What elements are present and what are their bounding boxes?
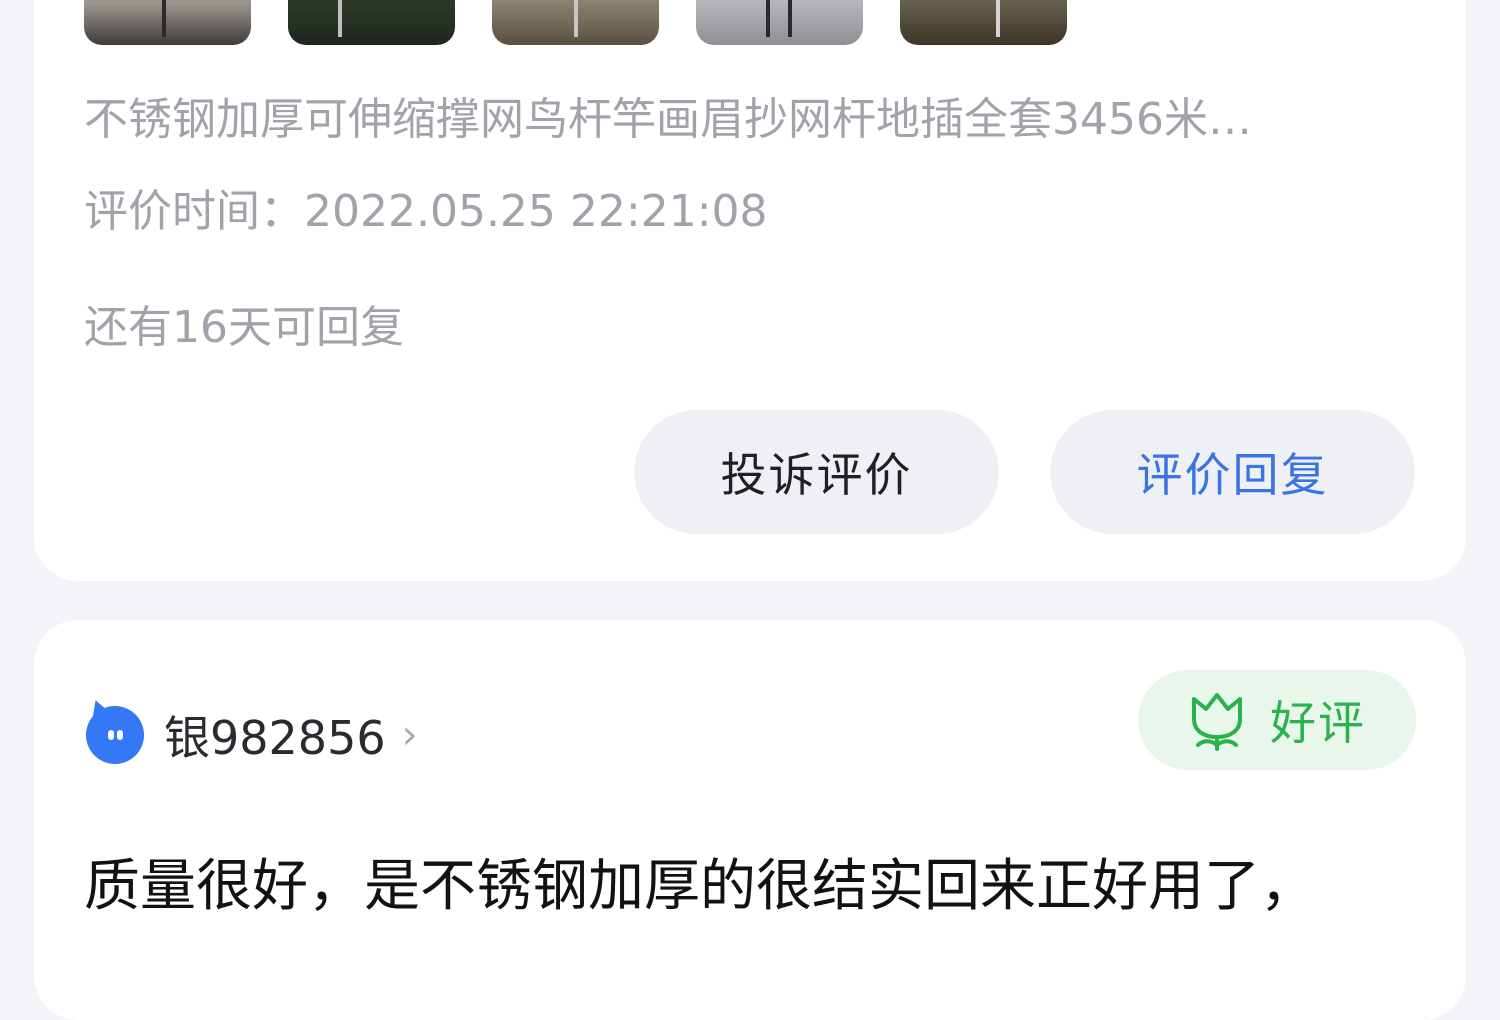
blue-cat-avatar-icon	[86, 706, 144, 764]
reviewer-username[interactable]: 银982856	[164, 702, 386, 768]
review-text: 质量很好，是不锈钢加厚的很结实回来正好用了，	[84, 854, 1316, 919]
review-photo[interactable]	[84, 0, 251, 45]
product-title[interactable]: 不锈钢加厚可伸缩撑网鸟杆竿画眉抄网杆地插全套3456米…	[84, 90, 1414, 150]
review-photo-strip	[84, 0, 1067, 45]
rating-badge: 好评	[1138, 670, 1416, 770]
reviewer-row[interactable]: 银982856 ›	[86, 700, 418, 770]
reply-review-button[interactable]: 评价回复	[1050, 410, 1415, 534]
review-photo[interactable]	[900, 0, 1067, 45]
flower-icon	[1192, 693, 1242, 751]
complain-review-button[interactable]: 投诉评价	[634, 410, 999, 534]
chevron-right-icon[interactable]: ›	[402, 712, 418, 758]
review-photo[interactable]	[696, 0, 863, 45]
review-photo[interactable]	[492, 0, 659, 45]
review-card: 银982856 › 好评 质量很好，是不锈钢加厚的很结实回来正好用了，	[34, 620, 1466, 1020]
rating-label: 好评	[1270, 696, 1366, 750]
reply-remaining-text: 还有16天可回复	[84, 302, 404, 353]
review-time: 评价时间：2022.05.25 22:21:08	[84, 186, 768, 237]
review-photo[interactable]	[288, 0, 455, 45]
review-card: 不锈钢加厚可伸缩撑网鸟杆竿画眉抄网杆地插全套3456米… 评价时间：2022.0…	[34, 0, 1466, 581]
